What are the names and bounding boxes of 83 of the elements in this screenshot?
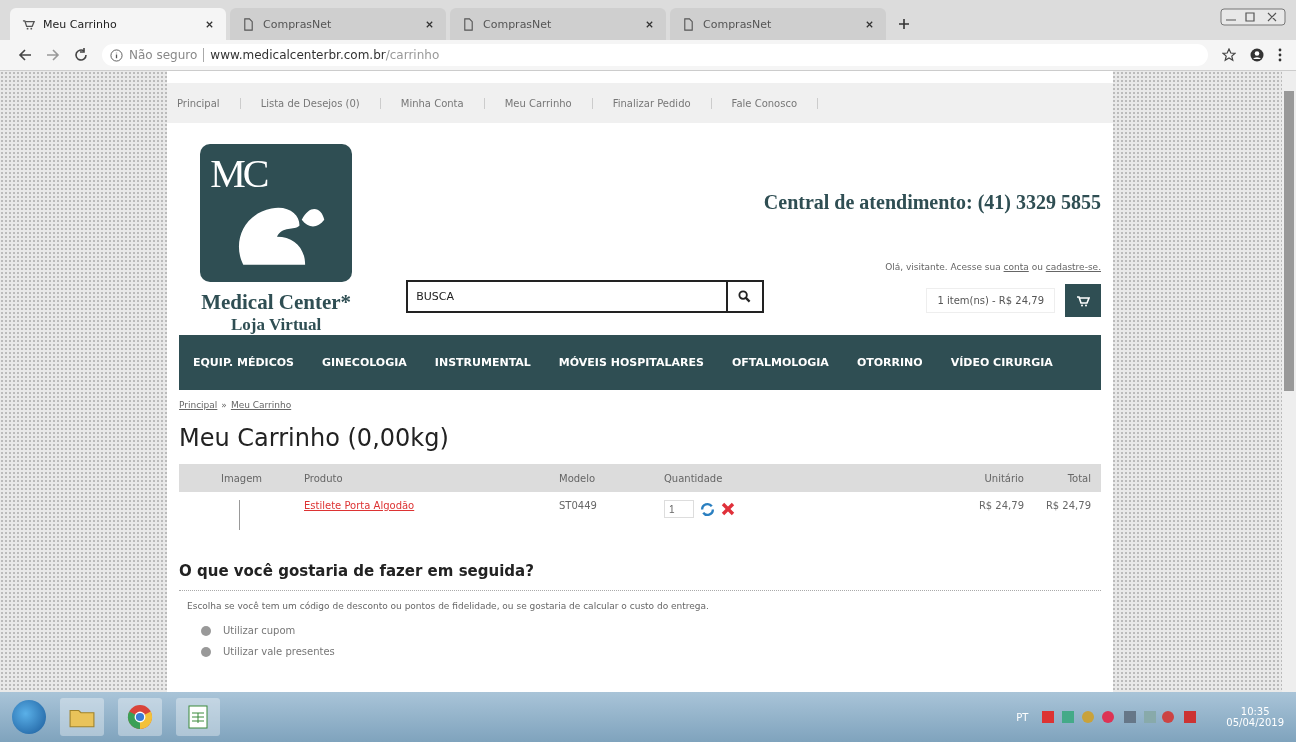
tab-title: Meu Carrinho bbox=[43, 17, 118, 31]
forward-icon[interactable] bbox=[46, 48, 60, 62]
close-icon[interactable] bbox=[865, 19, 874, 29]
menu-item[interactable]: OFTALMOLOGIA bbox=[731, 356, 829, 369]
account-link[interactable]: conta bbox=[1003, 262, 1029, 272]
cart-button[interactable] bbox=[1065, 284, 1101, 317]
cart-icon bbox=[22, 17, 35, 31]
contact-phone: Central de atendimento: (41) 3329 5855 bbox=[763, 191, 1101, 214]
menu-icon[interactable] bbox=[1278, 48, 1282, 62]
radio-button[interactable] bbox=[201, 646, 211, 657]
quantity-field[interactable]: 1 bbox=[664, 500, 694, 518]
tab-title: ComprasNet bbox=[263, 17, 333, 31]
logo-initials: MC bbox=[210, 150, 267, 197]
clock-date: 05/04/2019 bbox=[1226, 717, 1284, 728]
table-cell-text: R$ 24,79 bbox=[977, 500, 1024, 511]
radio-button[interactable] bbox=[201, 625, 211, 636]
menu-item[interactable]: INSTRUMENTAL bbox=[434, 356, 531, 369]
product-link[interactable]: Estilete Porta Algodão bbox=[304, 500, 415, 511]
browser-tab[interactable]: Meu Carrinho bbox=[10, 8, 226, 40]
address-field[interactable]: Não seguro www.medicalcenterbr.com.br/carrinho bbox=[102, 44, 1208, 66]
window-controls-icon[interactable] bbox=[1220, 8, 1286, 26]
remove-icon[interactable] bbox=[721, 502, 735, 516]
instruction-text: Escolha se você tem um código de desconto ou pontos de fidelidade, ou se gostaria de calcular o custo do entrega. bbox=[187, 601, 710, 611]
page-icon bbox=[242, 17, 255, 31]
column-header: Imagem bbox=[219, 472, 264, 484]
logo-subtitle: Loja Virtual bbox=[231, 315, 322, 335]
account-icon[interactable] bbox=[1250, 48, 1264, 62]
start-button[interactable] bbox=[12, 700, 46, 734]
search-icon bbox=[738, 290, 752, 303]
column-header: Total bbox=[1066, 472, 1092, 484]
close-icon[interactable] bbox=[205, 19, 214, 29]
top-link[interactable]: Lista de Desejos (0) bbox=[260, 97, 381, 109]
search-button[interactable] bbox=[725, 280, 764, 313]
register-link[interactable]: cadastre-se. bbox=[1045, 262, 1101, 272]
new-tab-icon[interactable] bbox=[898, 18, 910, 30]
refresh-icon[interactable] bbox=[700, 501, 715, 517]
column-header: Unitário bbox=[983, 472, 1024, 484]
option-label[interactable]: Utilizar vale presentes bbox=[223, 646, 335, 657]
top-link[interactable]: Finalizar Pedido bbox=[612, 97, 712, 109]
browser-tab[interactable]: ComprasNet bbox=[670, 8, 886, 40]
menu-item[interactable]: EQUIP. MÉDICOS bbox=[193, 356, 294, 369]
table-cell-text: ST0449 bbox=[559, 500, 598, 511]
menu-item[interactable]: VÍDEO CIRURGIA bbox=[950, 356, 1053, 369]
top-link[interactable]: Principal bbox=[177, 97, 241, 109]
option-label[interactable]: Utilizar cupom bbox=[223, 625, 296, 636]
reload-icon[interactable] bbox=[74, 48, 88, 62]
top-link[interactable]: Minha Conta bbox=[400, 97, 485, 109]
cart-summary[interactable]: 1 item(ns) - R$ 24,79 bbox=[926, 288, 1055, 313]
logo-name: Medical Center* bbox=[201, 290, 352, 315]
column-header: Modelo bbox=[559, 472, 597, 484]
browser-tab[interactable]: ComprasNet bbox=[450, 8, 666, 40]
top-link[interactable]: Meu Carrinho bbox=[504, 97, 593, 109]
browser-icon[interactable] bbox=[118, 698, 162, 736]
browser-tab[interactable]: ComprasNet bbox=[230, 8, 446, 40]
url-text: www.medicalcenterbr.com.br/carrinho bbox=[210, 48, 440, 62]
star-icon[interactable] bbox=[1222, 48, 1236, 62]
menu-item[interactable]: OTORRINO bbox=[856, 356, 923, 369]
tab-title: ComprasNet bbox=[703, 17, 773, 31]
section-heading: O que você gostaria de fazer em seguida? bbox=[179, 562, 1101, 591]
breadcrumb-link[interactable]: Meu Carrinho bbox=[230, 400, 292, 410]
security-label: Não seguro bbox=[129, 48, 198, 62]
column-header: Produto bbox=[304, 472, 344, 484]
page-icon bbox=[462, 17, 475, 31]
cart-icon bbox=[1076, 294, 1090, 307]
top-link[interactable]: Fale Conosco bbox=[731, 97, 819, 109]
scrollbar[interactable] bbox=[1282, 71, 1296, 692]
breadcrumb-separator: » bbox=[221, 400, 227, 410]
greeting-text: Olá, visitante. Acesse sua conta ou cadastre-se. bbox=[885, 262, 1101, 272]
clock-time: 10:35 bbox=[1240, 706, 1270, 717]
page-icon bbox=[682, 17, 695, 31]
spreadsheet-icon[interactable] bbox=[176, 698, 220, 736]
tab-title: ComprasNet bbox=[483, 17, 553, 31]
close-icon[interactable] bbox=[645, 19, 654, 29]
column-header: Quantidade bbox=[664, 472, 724, 484]
close-icon[interactable] bbox=[425, 19, 434, 29]
page-title: Meu Carrinho (0,00kg) bbox=[179, 424, 450, 452]
menu-item[interactable]: MÓVEIS HOSPITALARES bbox=[558, 356, 704, 369]
back-icon[interactable] bbox=[18, 48, 32, 62]
table-cell-text: R$ 24,79 bbox=[1044, 500, 1092, 511]
search-field[interactable]: BUSCA bbox=[406, 280, 726, 313]
menu-item[interactable]: GINECOLOGIA bbox=[322, 356, 407, 369]
breadcrumb-link[interactable]: Principal bbox=[179, 400, 218, 410]
info-icon bbox=[110, 48, 123, 62]
